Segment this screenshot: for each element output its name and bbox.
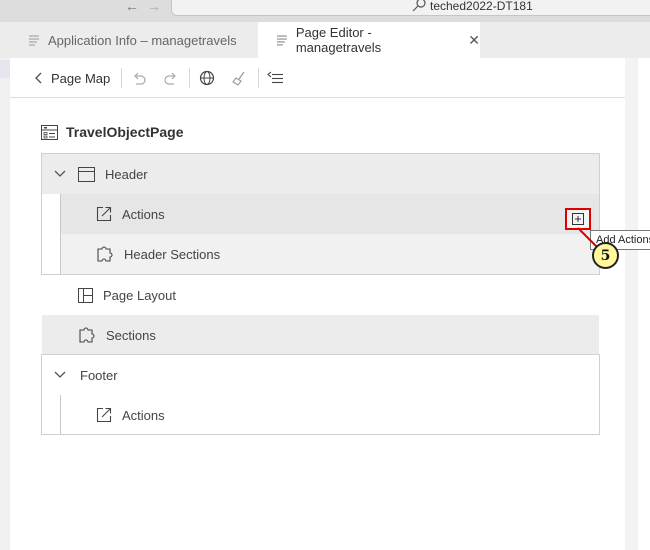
right-edge (638, 58, 650, 550)
redo-icon (164, 72, 176, 85)
page-title-row: TravelObjectPage (41, 124, 184, 140)
tree-node-footer[interactable]: Footer (42, 355, 599, 395)
title-bar: ← → teched2022-DT181 (0, 0, 650, 22)
toolbar-separator (121, 68, 122, 88)
puzzle-icon (79, 327, 95, 343)
tree-node-header[interactable]: Header (42, 154, 599, 194)
tab-label: Page Editor - managetravels (295, 25, 382, 55)
page-editor-panel: Page Map TravelObjectPage Header Actions… (10, 58, 625, 550)
globe-icon (199, 70, 215, 86)
tree-node-label: Header Sections (124, 246, 221, 262)
layout-icon (78, 287, 93, 303)
toolbar-separator (258, 68, 259, 88)
search-icon (412, 0, 426, 12)
step-callout: 5 (592, 242, 619, 269)
tree-node-label: Actions (122, 206, 165, 222)
action-icon (96, 407, 112, 423)
side-marker (0, 60, 10, 78)
puzzle-icon (97, 246, 113, 262)
document-icon (29, 35, 39, 46)
tree-node-label: Actions (122, 407, 165, 423)
tree-node-label: Page Layout (103, 287, 177, 303)
tab-application-info[interactable]: Application Info – managetravels (18, 22, 258, 58)
localization-button[interactable] (199, 68, 215, 88)
undo-button[interactable] (131, 68, 147, 88)
tree-node-label: Sections (106, 327, 156, 343)
tab-label: Application Info – managetravels (48, 32, 237, 48)
tree-node-header-sections[interactable]: Header Sections (61, 234, 599, 274)
broom-icon (232, 71, 245, 86)
left-strip (0, 58, 10, 550)
back-arrow-icon[interactable]: ← (125, 0, 139, 13)
tree-node-page-layout[interactable]: Page Layout (42, 275, 599, 315)
tab-bar: Application Info – managetravels Page Ed… (0, 22, 650, 58)
page-map-button[interactable]: Page Map (35, 68, 110, 88)
tree-node-sections[interactable]: Sections (42, 315, 599, 355)
redo-button[interactable] (163, 68, 179, 88)
chevron-left-icon (35, 72, 42, 84)
forward-arrow-icon[interactable]: → (147, 0, 161, 13)
address-text: teched2022-DT181 (430, 0, 533, 13)
tree-node-label: Header (105, 166, 148, 182)
close-icon[interactable]: ✕ (468, 32, 480, 49)
chevron-down-icon[interactable] (54, 371, 66, 379)
toolbar: Page Map (10, 58, 625, 98)
tree-node-footer-actions[interactable]: Actions (61, 395, 599, 435)
outline-list-icon (267, 71, 283, 84)
header-icon (78, 166, 95, 182)
action-icon (96, 206, 112, 222)
document-icon (276, 35, 287, 46)
tab-page-editor[interactable]: Page Editor - managetravels ✕ (258, 22, 480, 58)
page-title: TravelObjectPage (66, 124, 184, 140)
tree-node-header-actions[interactable]: Actions (61, 194, 599, 234)
scrollbar-track[interactable] (625, 98, 638, 550)
undo-icon (134, 72, 146, 85)
chevron-down-icon[interactable] (54, 170, 66, 178)
clear-button[interactable] (231, 68, 247, 88)
tree-node-label: Footer (80, 367, 118, 383)
toolbar-separator (189, 68, 190, 88)
outline-button[interactable] (267, 68, 285, 88)
add-icon (572, 213, 584, 225)
page-map-label: Page Map (51, 70, 111, 86)
object-page-icon (41, 124, 58, 140)
